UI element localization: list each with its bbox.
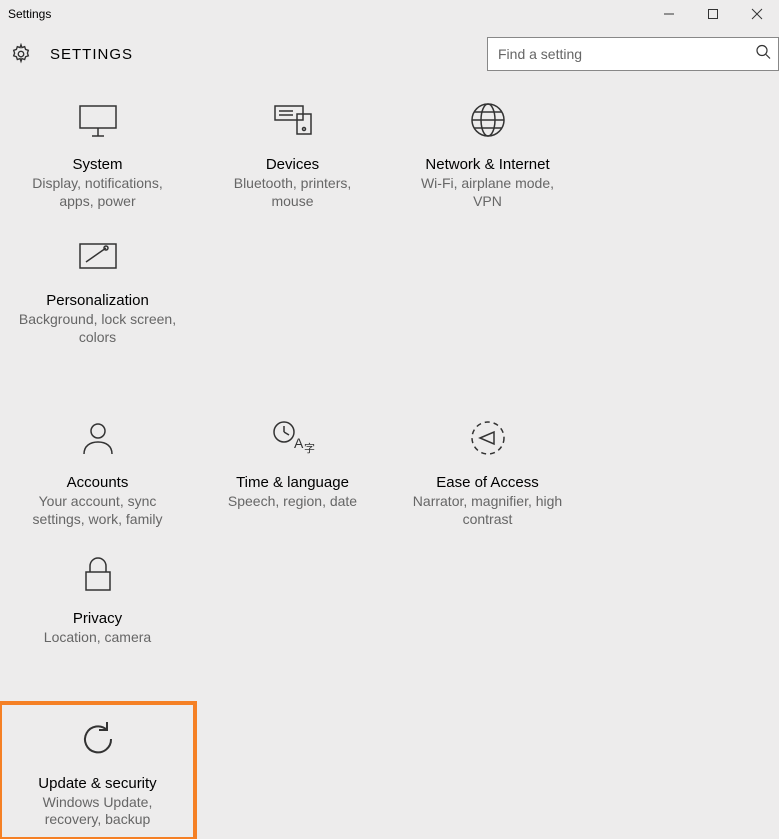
minimize-button[interactable] [647, 0, 691, 28]
tile-system[interactable]: System Display, notifications, apps, pow… [0, 84, 195, 220]
tile-title: Ease of Access [400, 474, 575, 491]
titlebar: Settings [0, 0, 779, 28]
window-title: Settings [8, 7, 51, 21]
tile-sub: Location, camera [10, 629, 185, 647]
tile-sub: Speech, region, date [205, 493, 380, 511]
search-icon [755, 44, 771, 65]
tile-sub: Wi-Fi, airplane mode, VPN [400, 175, 575, 210]
devices-icon [205, 90, 380, 150]
close-button[interactable] [735, 0, 779, 28]
header-left: SETTINGS [6, 39, 133, 69]
tile-title: Network & Internet [400, 156, 575, 173]
tile-network[interactable]: Network & Internet Wi-Fi, airplane mode,… [390, 84, 585, 220]
search-input[interactable] [487, 37, 779, 71]
tile-title: Update & security [10, 775, 185, 792]
tile-accounts[interactable]: Accounts Your account, sync settings, wo… [0, 402, 195, 538]
tile-title: Accounts [10, 474, 185, 491]
tile-title: Privacy [10, 610, 185, 627]
search-wrap [487, 37, 779, 71]
tile-sub: Narrator, magnifier, high contrast [400, 493, 575, 528]
window-controls [647, 0, 779, 28]
tile-sub: Your account, sync settings, work, famil… [10, 493, 185, 528]
time-language-icon: A字 [205, 408, 380, 468]
maximize-button[interactable] [691, 0, 735, 28]
tile-title: Personalization [10, 292, 185, 309]
tile-title: Devices [205, 156, 380, 173]
tile-time-language[interactable]: A字 Time & language Speech, region, date [195, 402, 390, 538]
svg-text:字: 字 [304, 441, 315, 455]
accounts-icon [10, 408, 185, 468]
page-title: SETTINGS [50, 46, 133, 63]
lock-icon [10, 544, 185, 604]
ease-of-access-icon [400, 408, 575, 468]
svg-text:A: A [294, 435, 304, 451]
globe-icon [400, 90, 575, 150]
personalization-icon [10, 226, 185, 286]
system-icon [10, 90, 185, 150]
close-icon [751, 8, 763, 20]
update-icon [10, 709, 185, 769]
tile-personalization[interactable]: Personalization Background, lock screen,… [0, 220, 195, 356]
tile-sub: Background, lock screen, colors [10, 311, 185, 346]
minimize-icon [663, 8, 675, 20]
tiles-grid: System Display, notifications, apps, pow… [0, 80, 779, 839]
tile-title: Time & language [205, 474, 380, 491]
tile-devices[interactable]: Devices Bluetooth, printers, mouse [195, 84, 390, 220]
tile-sub: Bluetooth, printers, mouse [205, 175, 380, 210]
tile-privacy[interactable]: Privacy Location, camera [0, 538, 195, 657]
tile-update-security[interactable]: Update & security Windows Update, recove… [0, 703, 195, 839]
tile-ease-of-access[interactable]: Ease of Access Narrator, magnifier, high… [390, 402, 585, 538]
tile-sub: Display, notifications, apps, power [10, 175, 185, 210]
maximize-icon [707, 8, 719, 20]
tile-title: System [10, 156, 185, 173]
tile-sub: Windows Update, recovery, backup [10, 794, 185, 829]
header-row: SETTINGS [0, 28, 779, 80]
gear-icon [6, 39, 36, 69]
